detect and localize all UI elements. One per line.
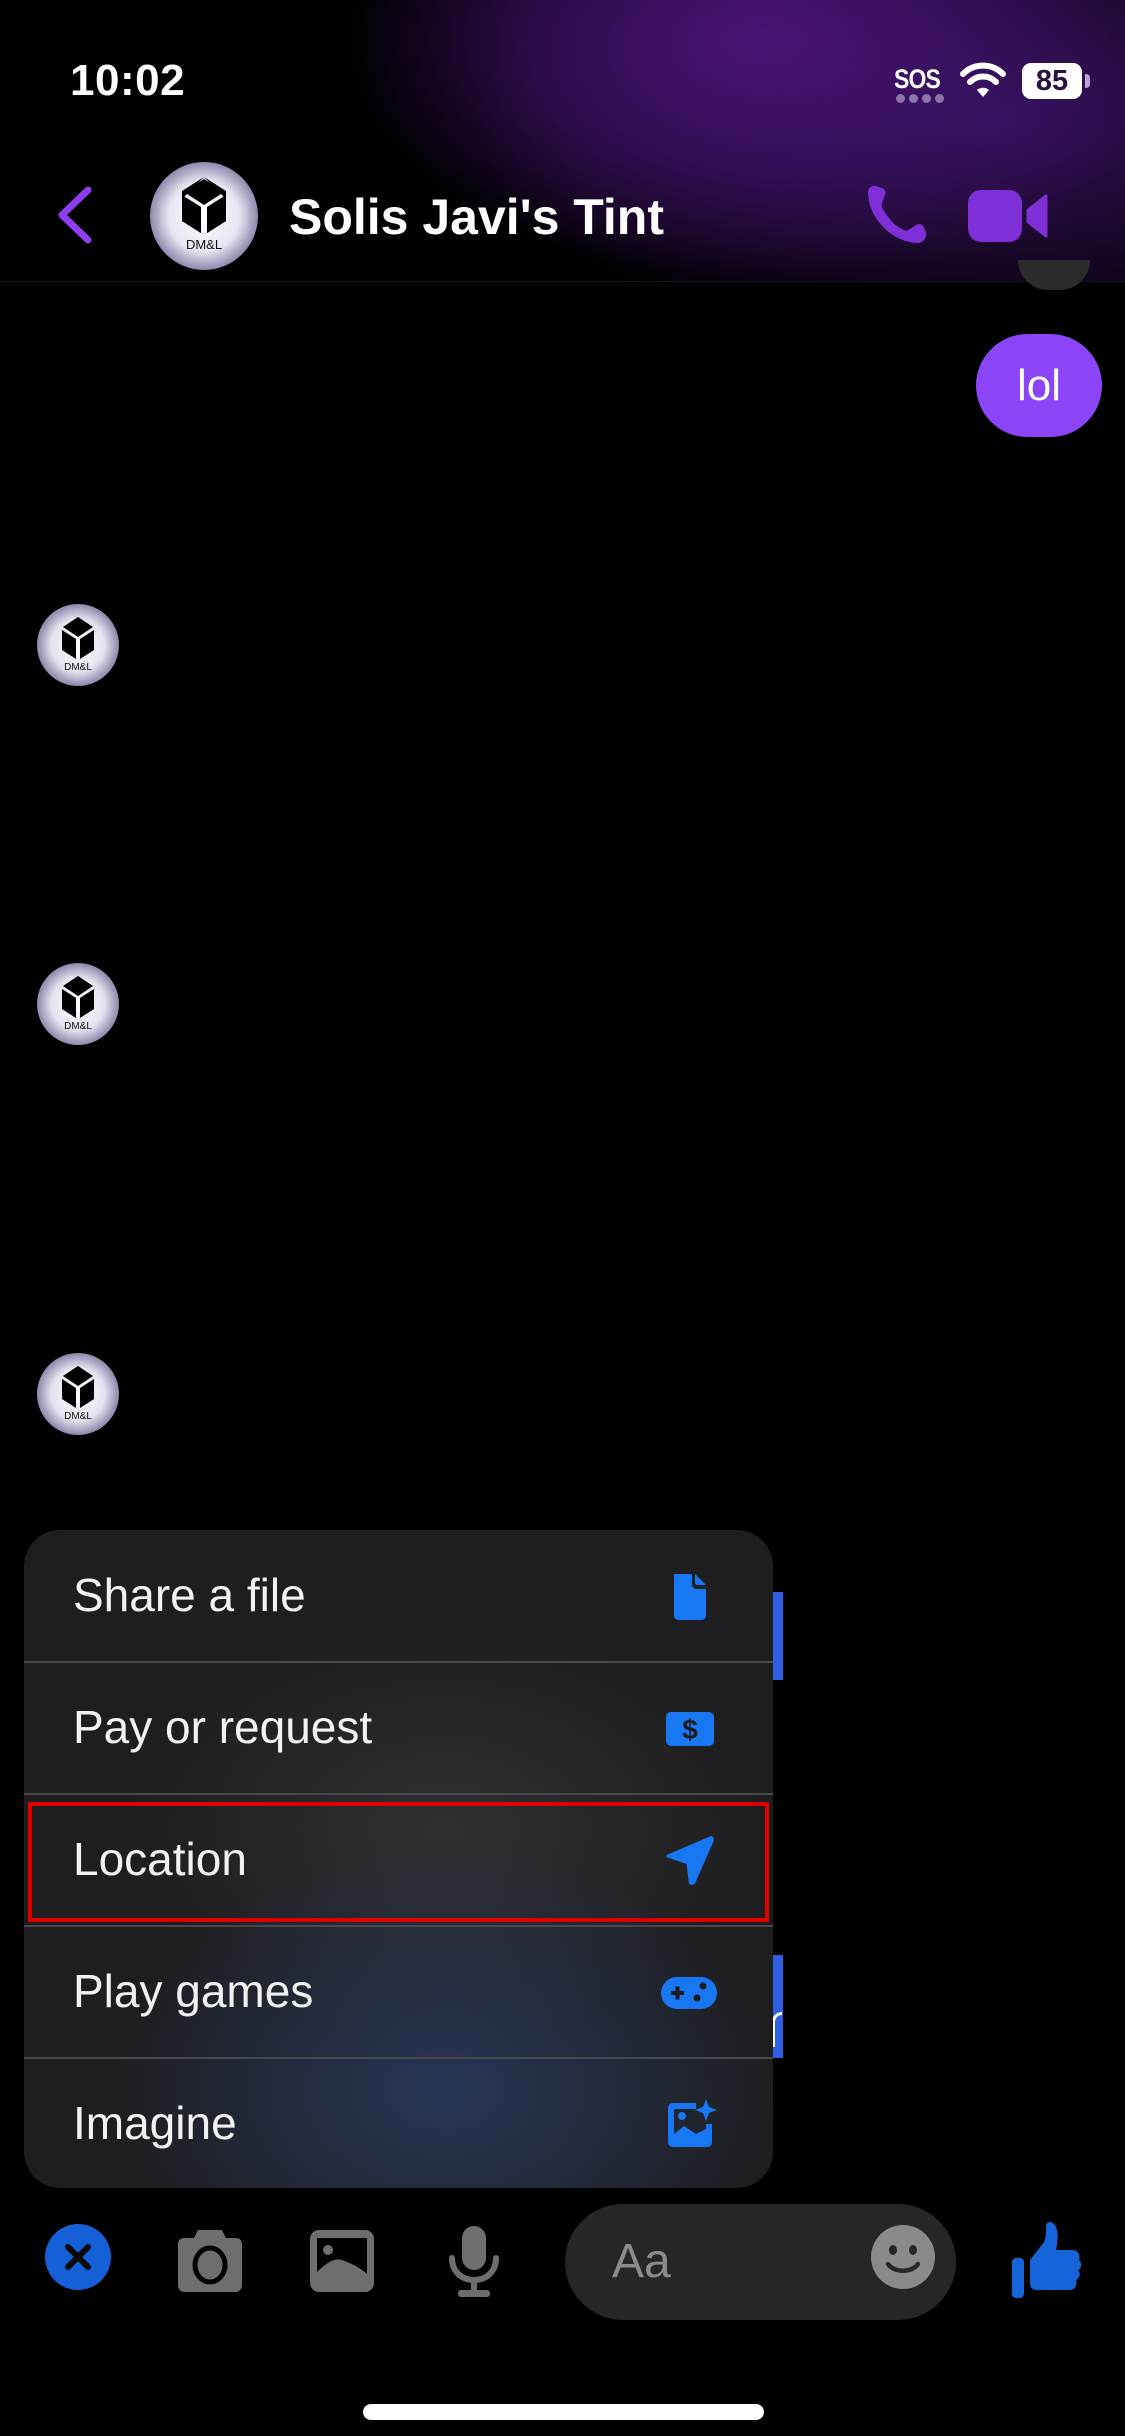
menu-item-imagine[interactable]: Imagine	[24, 2058, 773, 2188]
microphone-icon[interactable]	[446, 2224, 502, 2300]
message-text-partial	[772, 2012, 782, 2047]
message-text: lol	[1016, 360, 1062, 410]
video-call-icon[interactable]	[966, 186, 1050, 246]
conversation-title[interactable]: Solis Javi's Tint	[289, 188, 664, 246]
gallery-icon[interactable]	[308, 2228, 376, 2294]
emoji-icon[interactable]	[870, 2224, 936, 2290]
sos-indicator: SOS	[894, 64, 941, 94]
svg-text:DM&L: DM&L	[64, 1411, 92, 1422]
sender-avatar[interactable]: DM&L	[36, 1352, 120, 1436]
header-divider	[0, 281, 1125, 282]
close-attachments-button[interactable]	[45, 2224, 111, 2290]
file-icon	[674, 1574, 706, 1620]
close-icon	[65, 2244, 91, 2270]
dollar-card-icon: $	[666, 1712, 714, 1746]
menu-item-label: Share a file	[73, 1569, 306, 1621]
menu-item-pay-or-request[interactable]: Pay or request $	[24, 1662, 773, 1793]
svg-text:$: $	[682, 1714, 698, 1745]
gamepad-icon	[661, 1977, 717, 2009]
back-chevron-icon[interactable]	[52, 184, 96, 246]
home-indicator[interactable]	[363, 2404, 764, 2420]
highlight-box	[28, 1802, 769, 1922]
status-time: 10:02	[70, 56, 186, 105]
menu-item-share-file[interactable]: Share a file	[24, 1530, 773, 1661]
camera-icon[interactable]	[172, 2226, 248, 2294]
wifi-icon	[960, 62, 1006, 97]
message-input-placeholder: Aa	[612, 2235, 671, 2288]
audio-call-icon[interactable]	[860, 182, 928, 250]
svg-text:DM&L: DM&L	[186, 237, 222, 252]
message-bubble-partial	[773, 1592, 783, 1680]
svg-text:DM&L: DM&L	[64, 662, 92, 673]
like-thumbs-up-icon[interactable]	[1010, 2220, 1084, 2300]
menu-item-play-games[interactable]: Play games	[24, 1926, 773, 2057]
outgoing-message-bubble[interactable]: lol	[976, 334, 1102, 437]
battery-tip	[1085, 74, 1090, 88]
menu-item-label: Imagine	[73, 2097, 237, 2149]
signal-dots-icon	[896, 94, 944, 103]
menu-item-label: Play games	[73, 1965, 314, 2017]
sender-avatar[interactable]: DM&L	[36, 962, 120, 1046]
battery-indicator: 85	[1022, 63, 1082, 99]
contact-avatar[interactable]: DM&L	[149, 161, 259, 271]
sparkle-image-icon	[668, 2099, 717, 2147]
svg-text:DM&L: DM&L	[64, 1021, 92, 1032]
message-bubble-partial	[1018, 260, 1090, 290]
sender-avatar[interactable]: DM&L	[36, 603, 120, 687]
menu-item-label: Pay or request	[73, 1701, 373, 1753]
